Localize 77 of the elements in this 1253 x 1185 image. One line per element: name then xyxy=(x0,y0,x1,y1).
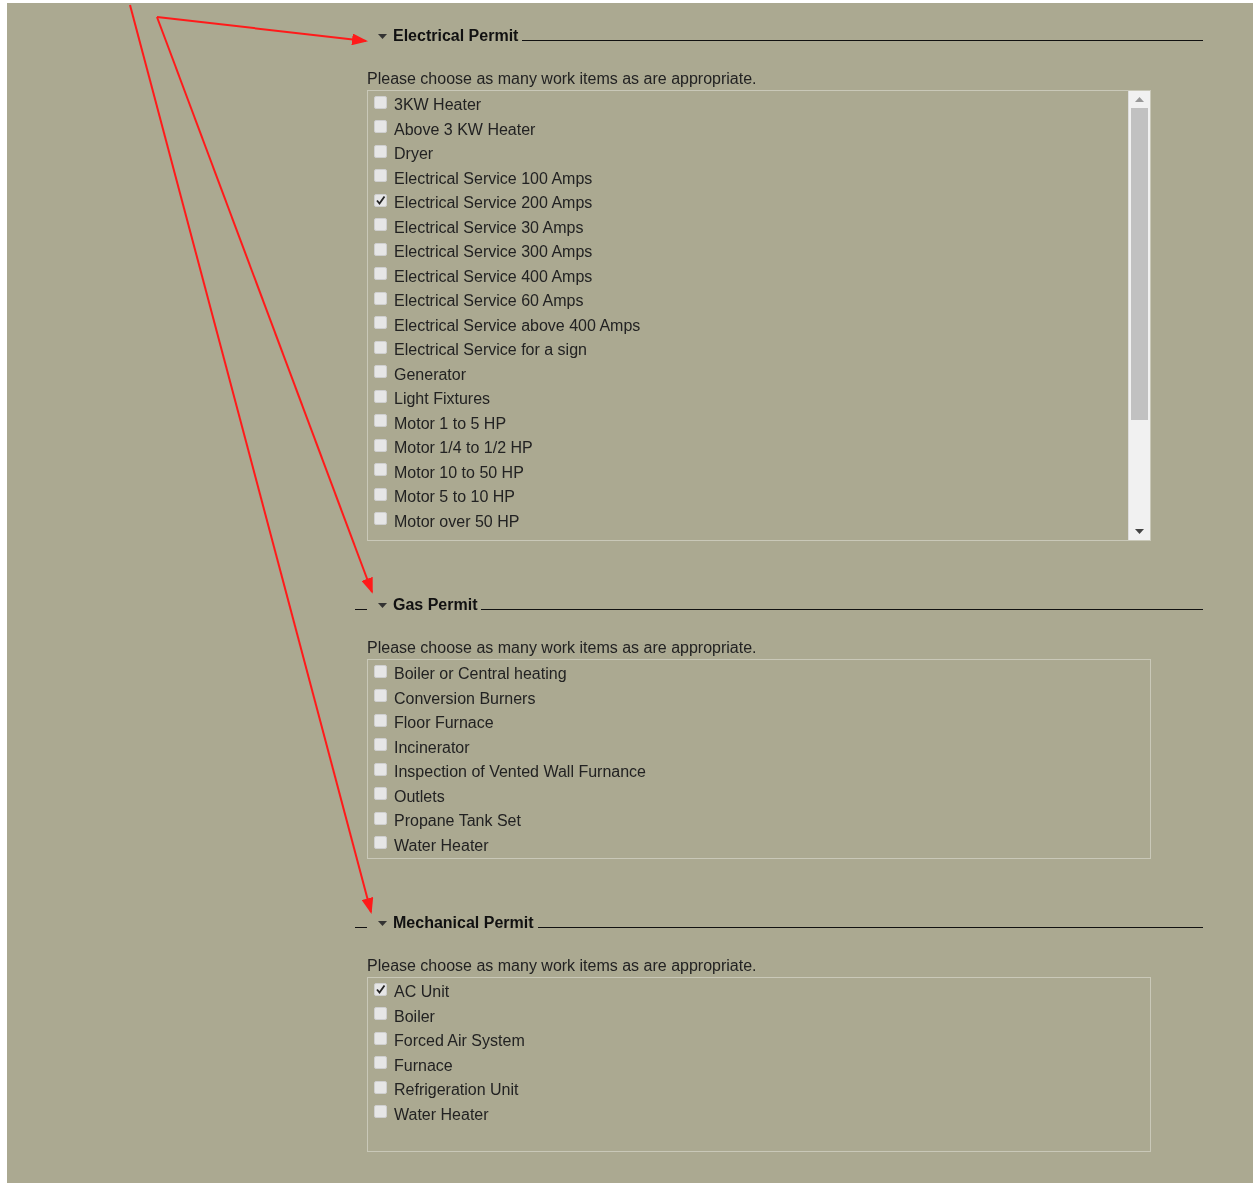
checkbox[interactable] xyxy=(374,267,387,281)
section-title[interactable]: Mechanical Permit xyxy=(393,914,534,932)
caret-down-icon[interactable] xyxy=(378,603,387,609)
checkbox[interactable] xyxy=(374,689,387,703)
scrollbar[interactable] xyxy=(1128,91,1150,540)
checkbox[interactable] xyxy=(374,512,387,526)
checkbox[interactable] xyxy=(374,664,387,678)
checkbox-label[interactable]: 3KW Heater xyxy=(394,96,482,115)
checkbox-label[interactable]: Outlets xyxy=(394,787,445,806)
checkbox-label[interactable]: Electrical Service above 400 Amps xyxy=(394,316,641,335)
checkbox[interactable] xyxy=(374,1080,387,1094)
checkbox-label[interactable]: Forced Air System xyxy=(394,1032,525,1051)
checkbox[interactable] xyxy=(374,738,387,752)
checkbox[interactable] xyxy=(374,787,387,801)
scroll-down-icon[interactable] xyxy=(1135,529,1144,534)
checkbox-label[interactable]: Propane Tank Set xyxy=(394,812,521,831)
checkbox-label[interactable]: Electrical Service for a sign xyxy=(394,341,587,360)
checkbox[interactable] xyxy=(374,487,387,501)
checkbox-label[interactable]: Inspection of Vented Wall Furnance xyxy=(394,763,646,782)
checkbox[interactable] xyxy=(374,340,387,354)
checkbox-label[interactable]: Motor 10 to 50 HP xyxy=(394,463,524,482)
checkbox-label[interactable]: Water Heater xyxy=(394,836,489,855)
checkbox[interactable] xyxy=(374,365,387,379)
checkbox[interactable] xyxy=(374,389,387,403)
checkbox[interactable] xyxy=(374,438,387,452)
checkbox-label[interactable]: Electrical Service 400 Amps xyxy=(394,267,593,286)
checkbox-label[interactable]: Electrical Service 30 Amps xyxy=(394,218,584,237)
scroll-up-icon[interactable] xyxy=(1135,97,1144,102)
checkbox-label[interactable]: Water Heater xyxy=(394,1105,489,1124)
checkbox-label[interactable]: Generator xyxy=(394,365,467,384)
checkbox[interactable] xyxy=(374,463,387,477)
checkbox-label[interactable]: Refrigeration Unit xyxy=(394,1081,519,1100)
checkbox[interactable] xyxy=(374,144,387,158)
caret-down-icon[interactable] xyxy=(378,921,387,927)
checkbox[interactable] xyxy=(374,316,387,330)
checkbox-label[interactable]: Light Fixtures xyxy=(394,390,491,409)
checkbox[interactable] xyxy=(374,169,387,183)
checkbox-label[interactable]: Dryer xyxy=(394,145,434,164)
checkbox-label[interactable]: Incinerator xyxy=(394,738,470,757)
checkbox[interactable] xyxy=(374,193,387,207)
checkbox[interactable] xyxy=(374,120,387,134)
instructions-text: Please choose as many work items as are appropriate. xyxy=(367,639,758,657)
checkbox-label[interactable]: Conversion Burners xyxy=(394,689,536,708)
checkbox[interactable] xyxy=(374,811,387,825)
instructions-text: Please choose as many work items as are appropriate. xyxy=(367,70,758,88)
checkbox-label[interactable]: Motor 1/4 to 1/2 HP xyxy=(394,439,533,458)
instructions-text: Please choose as many work items as are appropriate. xyxy=(367,957,758,975)
checkbox-label[interactable]: Electrical Service 200 Amps xyxy=(394,194,593,213)
checkbox[interactable] xyxy=(374,291,387,305)
checkbox-label[interactable]: Electrical Service 100 Amps xyxy=(394,169,593,188)
checkbox-label[interactable]: Floor Furnace xyxy=(394,714,494,733)
section-title[interactable]: Gas Permit xyxy=(393,596,478,614)
checkbox[interactable] xyxy=(374,713,387,727)
checkbox[interactable] xyxy=(374,95,387,109)
checkbox[interactable] xyxy=(374,1056,387,1070)
checkbox[interactable] xyxy=(374,1007,387,1021)
checkbox-label[interactable]: Boiler or Central heating xyxy=(394,665,567,684)
checkbox[interactable] xyxy=(374,1031,387,1045)
checkbox[interactable] xyxy=(374,414,387,428)
checkbox-label[interactable]: AC Unit xyxy=(394,983,450,1002)
checkbox[interactable] xyxy=(374,762,387,776)
checkbox-label[interactable]: Electrical Service 300 Amps xyxy=(394,243,593,262)
checkbox-label[interactable]: Above 3 KW Heater xyxy=(394,120,536,139)
checkbox[interactable] xyxy=(374,836,387,850)
checkbox-label[interactable]: Furnace xyxy=(394,1056,453,1075)
checkbox-label[interactable]: Motor 5 to 10 HP xyxy=(394,488,515,507)
caret-down-icon[interactable] xyxy=(378,34,387,40)
checkbox[interactable] xyxy=(374,242,387,256)
section-title[interactable]: Electrical Permit xyxy=(393,27,519,45)
checkbox[interactable] xyxy=(374,982,387,996)
checkbox[interactable] xyxy=(374,1105,387,1119)
checkbox-label[interactable]: Motor 1 to 5 HP xyxy=(394,414,507,433)
checkbox-label[interactable]: Boiler xyxy=(394,1007,435,1026)
checkbox-label[interactable]: Motor over 50 HP xyxy=(394,512,520,531)
checkbox-label[interactable]: Electrical Service 60 Amps xyxy=(394,292,584,311)
checkbox[interactable] xyxy=(374,218,387,232)
scrollbar-thumb[interactable] xyxy=(1131,108,1148,420)
